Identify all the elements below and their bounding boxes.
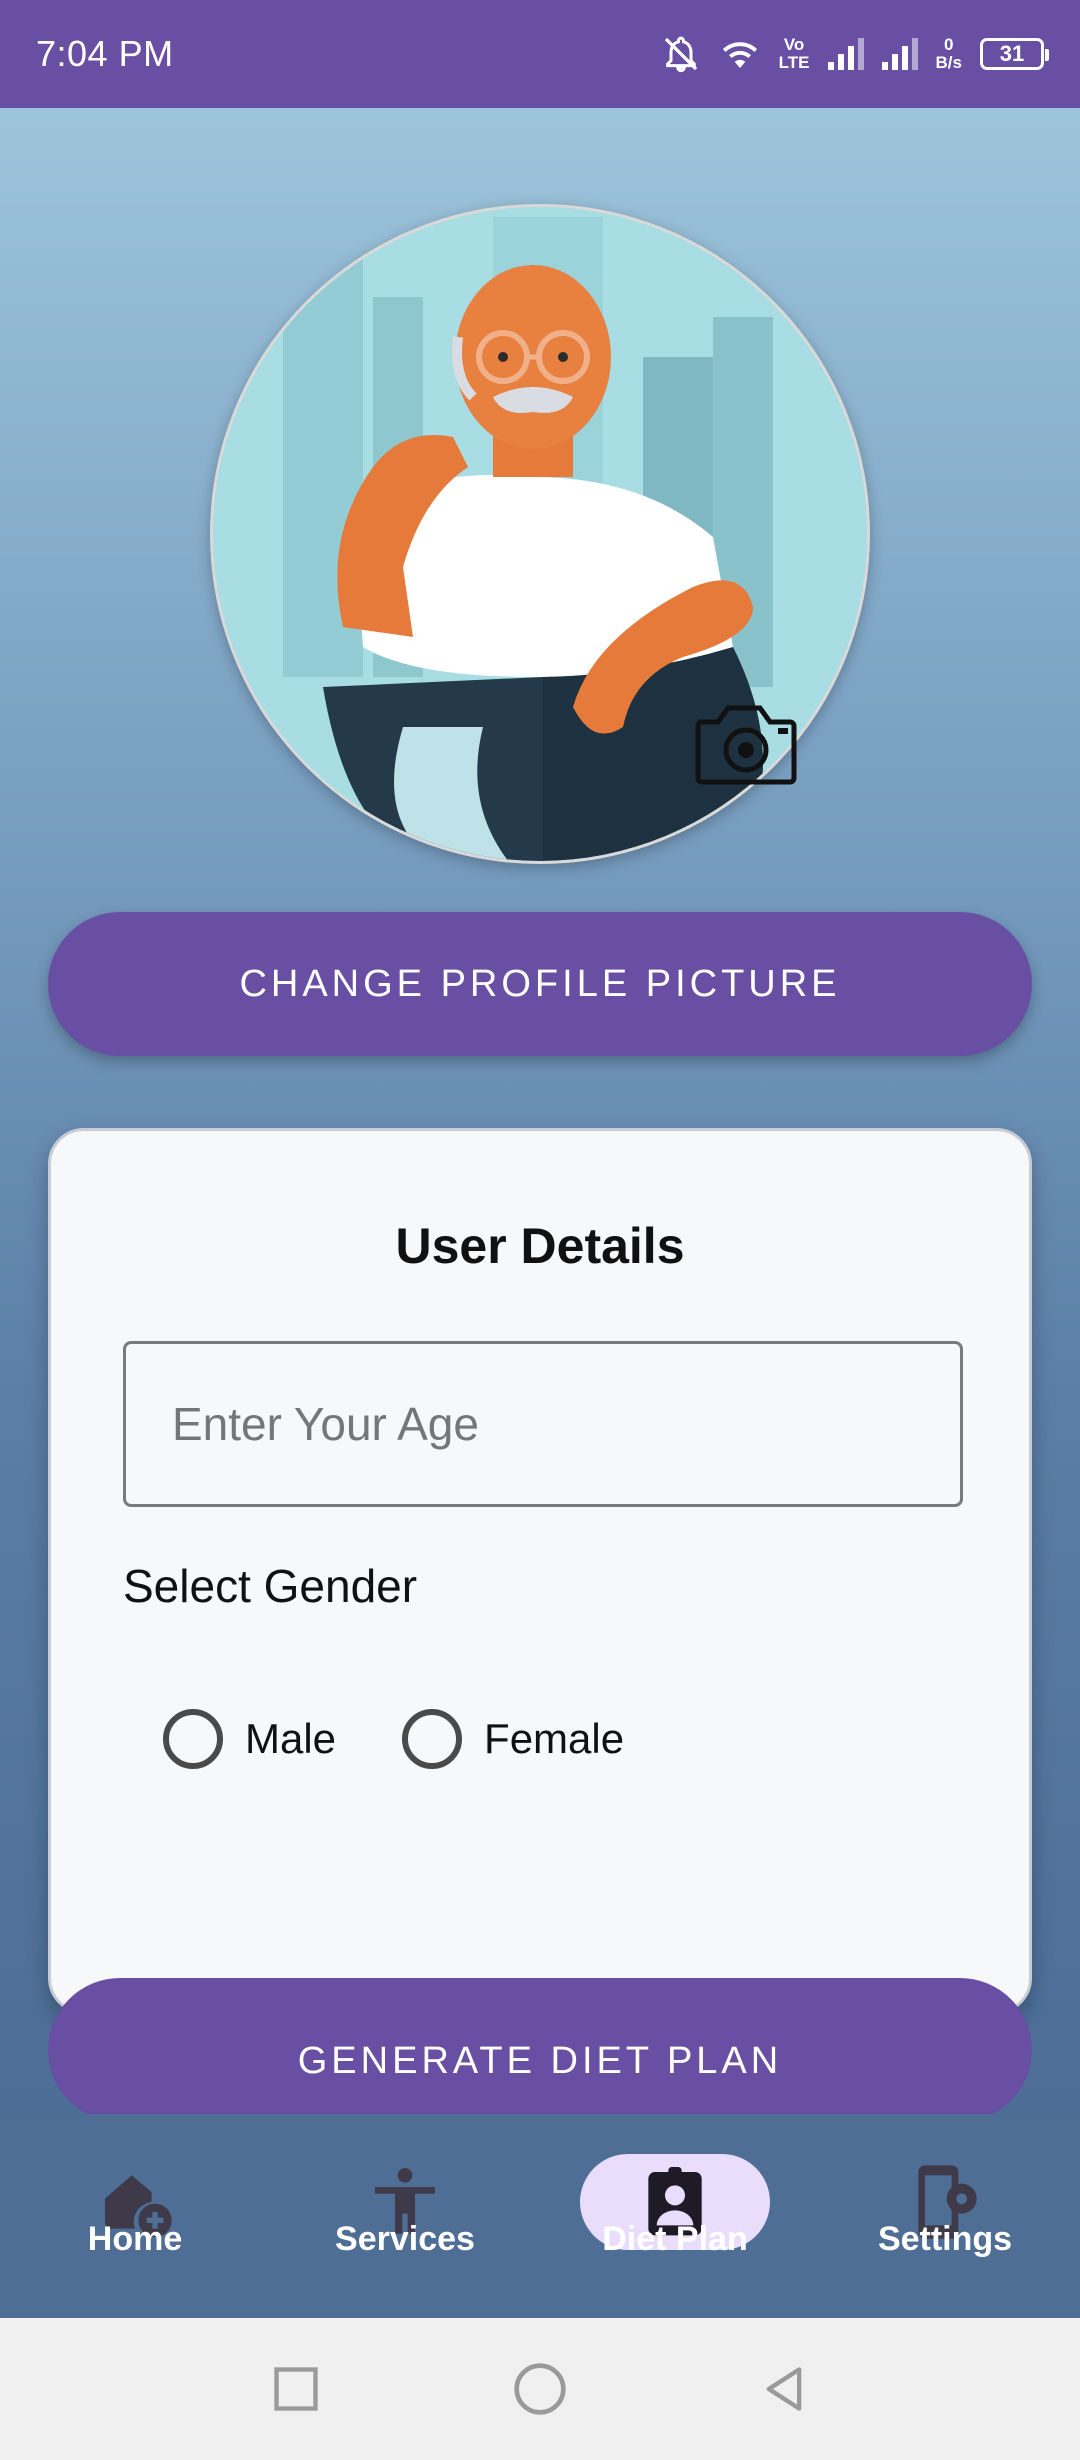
user-details-title: User Details: [395, 1218, 685, 1274]
nav-label-services: Services: [335, 2220, 475, 2258]
gender-option-male-label: Male: [245, 1715, 337, 1762]
gender-radio-group: Male Female: [163, 1709, 624, 1769]
nav-item-settings[interactable]: Settings: [810, 2114, 1080, 2259]
generate-diet-plan-button[interactable]: GENERATE DIET PLAN: [48, 1978, 1032, 2114]
nav-item-services[interactable]: Services: [270, 2114, 540, 2259]
bottom-navigation: Home Services Diet Plan Settings: [0, 2114, 1080, 2318]
gender-option-female-label: Female: [484, 1715, 625, 1762]
net-speed: 0 B/s: [936, 36, 962, 72]
status-time: 7:04 PM: [36, 33, 174, 74]
battery-level: 31: [999, 41, 1025, 66]
nav-item-home[interactable]: Home: [0, 2114, 270, 2259]
net-speed-value: 0: [944, 35, 954, 54]
notifications-off-icon: [664, 36, 697, 73]
signal-1-icon: [827, 38, 864, 70]
gender-option-male[interactable]: Male: [163, 1709, 336, 1769]
nav-label-settings: Settings: [877, 2220, 1013, 2258]
home-system-icon[interactable]: [512, 2361, 568, 2417]
nav-label-diet-plan: Diet Plan: [602, 2220, 748, 2258]
nav-item-diet-plan[interactable]: Diet Plan: [540, 2114, 810, 2259]
gender-label: Select Gender: [123, 1560, 418, 1612]
battery-icon: 31: [980, 38, 1049, 70]
volte-indicator: Vo LTE: [779, 36, 810, 72]
back-icon[interactable]: [758, 2363, 810, 2415]
system-navigation-bar: [0, 2318, 1080, 2460]
user-details-card: User Details Select Gender Male Female: [48, 1128, 1032, 2014]
change-profile-picture-button[interactable]: CHANGE PROFILE PICTURE: [48, 912, 1032, 1056]
main-content: CHANGE PROFILE PICTURE User Details Sele…: [0, 108, 1080, 2114]
radio-button-female[interactable]: [402, 1709, 463, 1769]
status-bar: 7:04 PM Vo LTE 0 B/s 31: [0, 0, 1080, 108]
status-icons: Vo LTE 0 B/s 31: [661, 34, 1049, 74]
volte-top: Vo: [783, 35, 805, 54]
wifi-icon: [722, 42, 757, 68]
gender-option-female[interactable]: Female: [402, 1709, 624, 1769]
camera-icon[interactable]: [690, 698, 802, 788]
volte-bottom: LTE: [778, 53, 810, 72]
radio-button-male[interactable]: [163, 1709, 223, 1769]
nav-label-home: Home: [87, 2220, 183, 2258]
age-input[interactable]: [123, 1341, 963, 1507]
signal-2-icon: [881, 38, 918, 70]
net-speed-unit: B/s: [935, 53, 962, 72]
recent-apps-icon[interactable]: [270, 2363, 322, 2415]
